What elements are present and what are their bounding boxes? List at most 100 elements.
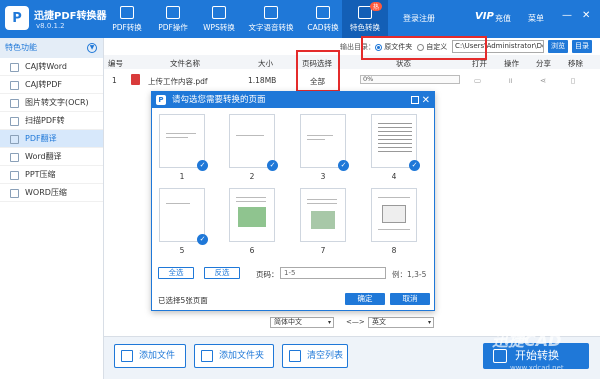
translate-icon xyxy=(10,153,19,162)
page-thumbnail-6[interactable] xyxy=(229,188,275,242)
nav-pdf-convert[interactable]: PDF转换 xyxy=(104,0,150,38)
col-remove: 移除 xyxy=(568,59,583,68)
nav-cad-convert[interactable]: CAD转换 xyxy=(300,0,346,38)
page-number: 3 xyxy=(320,172,326,181)
scan-icon xyxy=(10,117,19,126)
row-filename: 上传工作内容.pdf xyxy=(148,77,208,86)
sidebar-item-word-compress[interactable]: WORD压缩 xyxy=(0,184,103,202)
app-name: 迅捷PDF转换器 xyxy=(34,11,107,22)
menu-button[interactable]: 菜单 xyxy=(528,13,544,24)
pdf-operate-icon xyxy=(166,5,180,19)
chevron-down-icon[interactable]: ▼ xyxy=(87,43,97,53)
page-range-input[interactable]: 1-5 xyxy=(280,267,386,279)
close-icon[interactable]: ✕ xyxy=(422,93,430,109)
file-icon xyxy=(10,63,19,72)
page-thumbnail-5[interactable]: ✓ xyxy=(159,188,208,245)
cancel-button[interactable]: 取消 xyxy=(390,293,430,305)
page-number: 7 xyxy=(320,246,326,255)
check-icon[interactable]: ✓ xyxy=(267,160,278,171)
row-size: 1.18MB xyxy=(248,76,277,85)
highlight-pages-column xyxy=(296,50,340,92)
check-icon[interactable]: ✓ xyxy=(197,234,208,245)
target-language-select[interactable]: 英文 ▾ xyxy=(368,317,434,328)
compress-icon xyxy=(10,189,19,198)
hot-badge: 热 xyxy=(370,2,383,11)
highlight-output-option xyxy=(361,36,487,60)
sidebar-item-caj-word[interactable]: CAJ转Word xyxy=(0,58,103,76)
col-num: 编号 xyxy=(108,59,123,68)
clear-list-icon xyxy=(289,350,301,362)
watermark-url: www.xdcad.net xyxy=(510,364,564,372)
sidebar-item-scan-ocr[interactable]: 扫描PDF转Word(OCR) xyxy=(0,112,103,143)
login-register-link[interactable]: 登录注册 xyxy=(403,13,435,24)
play-icon xyxy=(493,349,507,363)
add-folder-button[interactable]: 添加文件夹 xyxy=(194,344,274,368)
page-thumbnail-2[interactable]: ✓ xyxy=(229,114,278,171)
check-icon[interactable]: ✓ xyxy=(197,160,208,171)
sidebar: 特色功能 ▼ CAJ转Word CAJ转PDF 图片转文字(OCR) 扫描PDF… xyxy=(0,38,104,379)
ok-button[interactable]: 确定 xyxy=(345,293,385,305)
pdf-convert-icon xyxy=(120,5,134,19)
dialog-title-bar: P 请勾选您需要转换的页面 ✕ xyxy=(152,92,434,108)
page-thumbnail-1[interactable]: ✓ xyxy=(159,114,208,171)
add-file-button[interactable]: 添加文件 xyxy=(114,344,186,368)
sidebar-item-caj-pdf[interactable]: CAJ转PDF xyxy=(0,76,103,94)
page-thumbnail-4[interactable]: ✓ xyxy=(371,114,420,171)
selected-count: 已选择5张页面 xyxy=(158,296,208,305)
page-number: 1 xyxy=(179,172,185,181)
nav-text-speech[interactable]: 文字语音转换 xyxy=(242,0,300,38)
page-select-dialog: P 请勾选您需要转换的页面 ✕ ✓ 1 ✓ 2 ✓ 3 ✓ 4 ✓ 5 6 7 … xyxy=(151,91,435,311)
page-number: 5 xyxy=(179,246,185,255)
row-num: 1 xyxy=(112,76,117,85)
page-number: 8 xyxy=(391,246,397,255)
page-range-label: 页码： xyxy=(256,270,279,279)
col-operate: 操作 xyxy=(504,59,519,68)
sidebar-item-word-translate[interactable]: Word翻译 xyxy=(0,148,103,166)
page-thumbnail-8[interactable] xyxy=(371,188,417,242)
check-icon[interactable]: ✓ xyxy=(338,160,349,171)
check-icon[interactable]: ✓ xyxy=(409,160,420,171)
delete-icon[interactable]: ▯ xyxy=(571,76,575,85)
share-icon[interactable]: ⋖ xyxy=(540,76,546,85)
sidebar-header[interactable]: 特色功能 ▼ xyxy=(0,38,103,58)
close-button[interactable]: ✕ xyxy=(582,10,590,21)
select-all-button[interactable]: 全选 xyxy=(158,267,194,279)
clear-list-button[interactable]: 清空列表 xyxy=(282,344,348,368)
source-language-select[interactable]: 简体中文 ▾ xyxy=(270,317,334,328)
pdf-file-icon xyxy=(131,74,140,85)
chevron-down-icon: ▾ xyxy=(327,319,331,326)
app-logo-icon: P xyxy=(156,95,166,105)
translate-icon xyxy=(10,135,19,144)
progress-bar: 0% xyxy=(360,75,460,84)
browse-button[interactable]: 浏览 xyxy=(548,40,568,53)
sidebar-item-ppt-compress[interactable]: PPT压缩 xyxy=(0,166,103,184)
maximize-icon[interactable] xyxy=(411,96,419,104)
add-folder-icon xyxy=(201,350,213,362)
col-size: 大小 xyxy=(258,59,273,68)
open-dir-button[interactable]: 目录 xyxy=(572,40,592,53)
minimize-button[interactable]: — xyxy=(562,10,572,21)
language-swap-arrow: <—> xyxy=(346,318,365,326)
watermark: 迅捷CAD xyxy=(492,331,562,350)
col-name: 文件名称 xyxy=(170,59,200,68)
wps-icon xyxy=(212,5,226,19)
nav-wps-convert[interactable]: WPS转换 xyxy=(196,0,242,38)
nav-pdf-operate[interactable]: PDF操作 xyxy=(150,0,196,38)
vip-label[interactable]: VIP xyxy=(475,11,494,22)
page-thumbnail-3[interactable]: ✓ xyxy=(300,114,349,171)
nav-special-convert[interactable]: 特色转换 热 xyxy=(342,0,388,38)
folder-icon[interactable]: ▭ xyxy=(474,76,481,85)
page-number: 2 xyxy=(249,172,255,181)
recharge-link[interactable]: 充值 xyxy=(495,13,511,24)
invert-select-button[interactable]: 反选 xyxy=(204,267,240,279)
add-file-icon xyxy=(121,350,133,362)
sidebar-item-image-ocr[interactable]: 图片转文字(OCR) xyxy=(0,94,103,112)
chevron-down-icon: ▾ xyxy=(427,319,431,326)
app-version: v8.0.1.2 xyxy=(36,22,65,30)
page-thumbnail-7[interactable] xyxy=(300,188,346,242)
audio-bars-icon xyxy=(264,5,278,19)
cad-icon xyxy=(316,5,330,19)
pause-icon[interactable]: ॥ xyxy=(508,76,513,86)
dialog-title: 请勾选您需要转换的页面 xyxy=(172,95,266,105)
sidebar-item-pdf-translate[interactable]: PDF翻译 xyxy=(0,130,103,148)
